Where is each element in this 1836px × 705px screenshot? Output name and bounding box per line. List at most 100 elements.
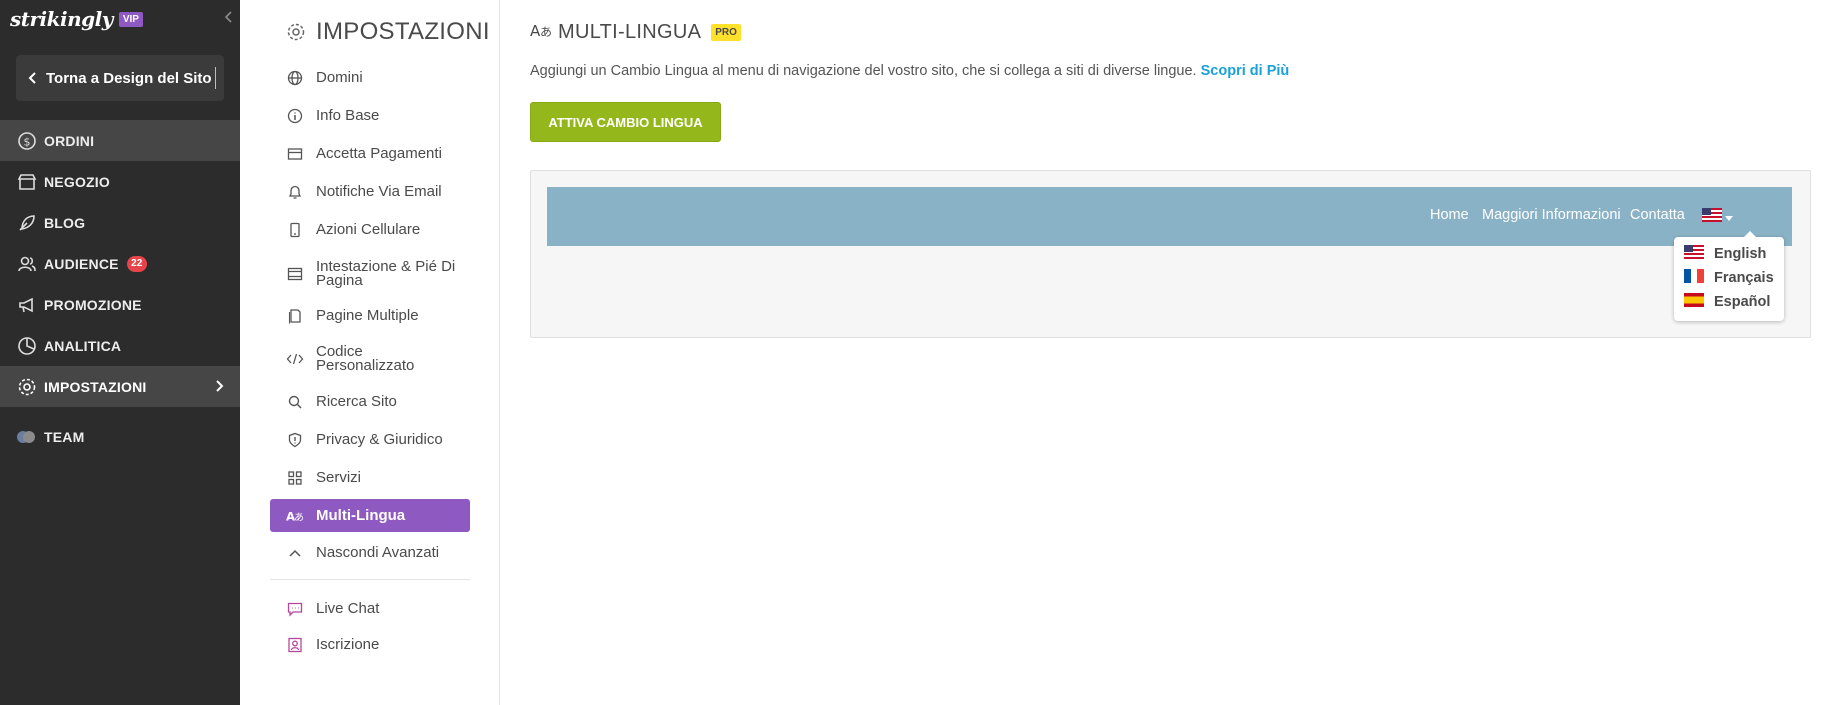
gear-icon: [286, 22, 306, 47]
dropdown-arrow: [1744, 231, 1756, 237]
sidebar-item-analitica[interactable]: ANALITICA: [0, 325, 240, 366]
settings-item-nascondi-avanzati[interactable]: Nascondi Avanzati: [270, 541, 470, 565]
sidebar-item-label: NEGOZIO: [44, 173, 110, 190]
settings-divider: [270, 579, 470, 580]
megaphone-icon: [16, 294, 38, 316]
svg-text:あ: あ: [540, 25, 552, 39]
strikingly-logo: strikingly: [10, 7, 113, 31]
svg-text:あ: あ: [294, 511, 304, 523]
shield-icon: [286, 431, 304, 449]
globe-icon: [286, 69, 304, 87]
feather-icon: [16, 212, 38, 234]
settings-item-intestazione[interactable]: Intestazione & Pié Di Pagina: [270, 258, 470, 290]
sidebar-item-label: AUDIENCE: [44, 255, 119, 272]
svg-text:$: $: [24, 135, 31, 148]
sidebar-item-audience[interactable]: AUDIENCE 22: [0, 243, 240, 284]
vip-badge: VIP: [118, 11, 143, 27]
language-option-francais[interactable]: Français: [1684, 268, 1774, 288]
search-icon: [286, 393, 304, 411]
preview-nav-info[interactable]: Maggiori Informazioni: [1482, 207, 1621, 223]
preview-panel: Home Maggiori Informazioni Contatta Engl…: [530, 170, 1811, 338]
description-text: Aggiungi un Cambio Lingua al menu di nav…: [530, 63, 1197, 79]
collapse-sidebar-icon[interactable]: [222, 8, 236, 26]
settings-item-label: Notifiche Via Email: [316, 183, 442, 200]
settings-item-live-chat[interactable]: Live Chat: [270, 597, 470, 621]
settings-item-azioni-cellulare[interactable]: Azioni Cellulare: [270, 218, 470, 242]
language-toggle[interactable]: [1702, 208, 1733, 227]
back-to-design-label: Torna a Design del Sito: [46, 69, 212, 87]
sidebar-item-label: ANALITICA: [44, 337, 122, 354]
settings-item-iscrizione[interactable]: Iscrizione: [270, 633, 470, 657]
settings-item-label: Multi-Lingua: [316, 506, 406, 524]
caret-down-icon: [1725, 209, 1733, 227]
language-option-english[interactable]: English: [1684, 244, 1766, 264]
settings-item-accetta-pagamenti[interactable]: Accetta Pagamenti: [270, 142, 470, 166]
us-flag-icon: [1684, 244, 1704, 264]
language-dropdown: English Français Español: [1674, 231, 1784, 321]
sidebar-item-label: PROMOZIONE: [44, 296, 142, 313]
code-icon: [286, 350, 304, 368]
sidebar-item-impostazioni[interactable]: IMPOSTAZIONI: [0, 366, 240, 407]
settings-item-info-base[interactable]: Info Base: [270, 104, 470, 128]
us-flag-icon: [1702, 208, 1722, 227]
text-cursor: [215, 67, 216, 89]
settings-item-label: Domini: [316, 69, 363, 86]
grid-icon: [286, 469, 304, 487]
language-label: Français: [1714, 270, 1774, 286]
team-avatars-icon: [16, 426, 38, 448]
gear-icon: [16, 376, 38, 398]
settings-item-servizi[interactable]: Servizi: [270, 466, 470, 490]
brand[interactable]: strikingly VIP: [10, 6, 143, 32]
card-icon: [286, 145, 304, 163]
info-icon: [286, 107, 304, 125]
settings-item-label: Codice Personalizzato: [316, 343, 415, 374]
settings-item-label: Pagine Multiple: [316, 307, 419, 324]
pro-badge: PRO: [711, 24, 741, 41]
page-title: Aあ MULTI-LINGUA PRO: [530, 21, 741, 44]
sidebar-item-label: ORDINI: [44, 132, 95, 149]
settings-item-notifiche-email[interactable]: Notifiche Via Email: [270, 180, 470, 204]
settings-item-multi-lingua[interactable]: Aあ Multi-Lingua: [270, 499, 470, 532]
settings-item-label: Nascondi Avanzati: [316, 544, 440, 561]
layout-icon: [286, 265, 304, 283]
settings-item-domini[interactable]: Domini: [270, 66, 470, 90]
sidebar-item-blog[interactable]: BLOG: [0, 202, 240, 243]
audience-count-badge: 22: [126, 255, 147, 272]
sidebar-item-promozione[interactable]: PROMOZIONE: [0, 284, 240, 325]
users-icon: [16, 253, 38, 275]
back-to-design-button[interactable]: Torna a Design del Sito: [16, 55, 224, 101]
settings-item-privacy[interactable]: Privacy & Giuridico: [270, 428, 470, 452]
sidebar-item-label: TEAM: [44, 428, 85, 445]
settings-item-label: Servizi: [316, 469, 362, 486]
phone-icon: [286, 221, 304, 239]
page-title-text: MULTI-LINGUA: [558, 21, 702, 43]
settings-menu: IMPOSTAZIONI Domini Info Base Accetta Pa…: [240, 0, 500, 705]
settings-item-label: Live Chat: [316, 600, 380, 617]
main-sidebar: strikingly VIP Torna a Design del Sito $…: [0, 0, 240, 705]
store-icon: [16, 171, 38, 193]
settings-item-label: Info Base: [316, 107, 380, 124]
preview-nav-home[interactable]: Home: [1430, 207, 1469, 223]
sidebar-item-team[interactable]: TEAM: [0, 416, 240, 457]
profile-icon: [286, 636, 304, 654]
preview-navbar: Home Maggiori Informazioni Contatta: [547, 187, 1792, 246]
settings-item-pagine-multiple[interactable]: Pagine Multiple: [270, 304, 470, 328]
learn-more-link[interactable]: Scopri di Più: [1201, 63, 1290, 79]
settings-item-ricerca-sito[interactable]: Ricerca Sito: [270, 390, 470, 414]
settings-item-codice-personalizzato[interactable]: Codice Personalizzato: [270, 343, 470, 375]
settings-item-label: Privacy & Giuridico: [316, 431, 443, 448]
chat-icon: [286, 600, 304, 618]
chevron-up-icon: [286, 544, 304, 562]
sidebar-item-negozio[interactable]: NEGOZIO: [0, 161, 240, 202]
settings-item-label: Intestazione & Pié Di Pagina: [316, 258, 456, 289]
settings-item-label: Ricerca Sito: [316, 393, 397, 410]
preview-nav-contact[interactable]: Contatta: [1630, 207, 1685, 223]
dollar-circle-icon: $: [16, 130, 38, 152]
chevron-left-icon: [28, 72, 36, 84]
sidebar-item-ordini[interactable]: $ ORDINI: [0, 120, 240, 161]
language-option-espanol[interactable]: Español: [1684, 292, 1770, 312]
pages-icon: [286, 307, 304, 325]
pie-chart-icon: [16, 335, 38, 357]
activate-language-switcher-button[interactable]: ATTIVA CAMBIO LINGUA: [530, 102, 721, 142]
sidebar-item-label: IMPOSTAZIONI: [44, 378, 147, 395]
